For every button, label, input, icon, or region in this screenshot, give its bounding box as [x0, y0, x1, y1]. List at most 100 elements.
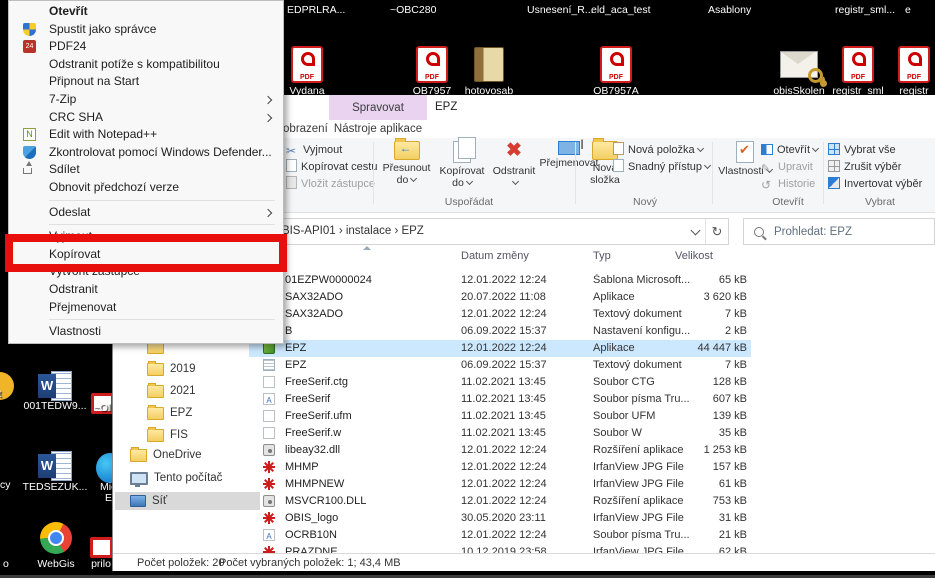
desktop-icon-vydana[interactable]: [287, 44, 327, 84]
file-row-ocrb10n[interactable]: OCRB10N12.01.2022 12:24Soubor písma Tru.…: [249, 527, 751, 544]
file-row-epz[interactable]: EPZ12.01.2022 12:24Aplikace44 447 kB: [249, 340, 751, 357]
desktop-icon-tedsezuk[interactable]: [35, 446, 75, 486]
context-menu-item-otev-t[interactable]: Otevřít: [9, 3, 283, 21]
refresh-button[interactable]: ↻: [705, 219, 728, 244]
column-header-type[interactable]: Typ: [593, 250, 611, 262]
column-header-size[interactable]: Velikost: [675, 250, 713, 262]
desktop-icon-label[interactable]: e: [905, 4, 911, 16]
context-menu-item-7-zip[interactable]: 7-Zip: [9, 91, 283, 109]
context-menu-item-odstranit-pot-e-s-kompatibilitou[interactable]: Odstranit potíže s kompatibilitou: [9, 56, 283, 74]
sidebar-item-fis[interactable]: FIS: [147, 426, 188, 444]
breadcrumb[interactable]: OBIS-API01 › instalace › EPZ: [273, 225, 424, 237]
file-size: 2 kB: [663, 325, 747, 337]
context-menu-item-crc-sha[interactable]: CRC SHA: [9, 109, 283, 127]
history-button[interactable]: Historie: [761, 176, 818, 193]
file-row-freeserif[interactable]: FreeSerif11.02.2021 13:45Soubor písma Tr…: [249, 391, 751, 408]
app-file-icon: [263, 342, 275, 354]
desktop-icon-webgis[interactable]: [36, 518, 76, 558]
desktop-icon-ob7957a[interactable]: [596, 44, 636, 84]
notebook-icon: [474, 47, 504, 82]
desktop-icon-ob7957[interactable]: [412, 44, 452, 84]
file-row-mhmp[interactable]: MHMP12.01.2022 12:24IrfanView JPG File15…: [249, 459, 751, 476]
file-row-freeserif-ufm[interactable]: FreeSerif.ufm11.02.2021 13:45Soubor UFM1…: [249, 408, 751, 425]
desktop-icon-label[interactable]: EDPRLRA...: [287, 4, 345, 16]
paste-shortcut-button[interactable]: Vložit zástupce: [286, 176, 377, 193]
sidebar-item-tento-po-ta[interactable]: Tento počítač: [130, 469, 222, 487]
desktop-icon-label[interactable]: eld_aca_test: [591, 4, 651, 16]
file-file-icon: [263, 376, 275, 388]
file-date: 12.01.2022 12:24: [461, 529, 571, 541]
context-menu-item-p-ipnout-na-start[interactable]: Připnout na Start: [9, 73, 283, 91]
file-row-sax32ado[interactable]: SAX32ADO20.07.2022 11:08Aplikace3 620 kB: [249, 289, 751, 306]
select-all-button[interactable]: Vybrat vše: [828, 142, 922, 159]
search-box[interactable]: [743, 218, 935, 245]
desktop-icon-registr[interactable]: [894, 44, 934, 84]
context-menu-item-vlastnosti[interactable]: Vlastnosti: [9, 323, 283, 341]
desktop-icon-registr-sml[interactable]: [838, 44, 878, 84]
context-menu-item-odeslat[interactable]: Odeslat: [9, 204, 283, 222]
file-row-sax32ado[interactable]: SAX32ADO12.01.2022 12:24Textový dokument…: [249, 306, 751, 323]
invert-selection-button[interactable]: Invertovat výběr: [828, 176, 922, 193]
desktop-icon-obisskolen[interactable]: [779, 44, 819, 84]
desktop-icon-hotovosab[interactable]: [469, 44, 509, 84]
file-date: 12.01.2022 12:24: [461, 495, 571, 507]
desktop-label-fragment: cy: [0, 479, 11, 491]
file-row-b[interactable]: B06.09.2022 15:37Nastavení konfigu...2 k…: [249, 323, 751, 340]
column-header-date[interactable]: Datum změny: [461, 250, 529, 262]
context-menu-item-p-ejmenovat[interactable]: Přejmenovat: [9, 299, 283, 317]
file-row-obis-logo[interactable]: OBIS_logo30.05.2020 23:11IrfanView JPG F…: [249, 510, 751, 527]
file-row-01ezpw0000024[interactable]: 01EZPW000002412.01.2022 12:24Šablona Mic…: [249, 272, 751, 289]
move-to-button[interactable]: Přesunout do: [379, 141, 434, 186]
easy-access-button[interactable]: Snadný přístup: [613, 159, 710, 176]
file-row-libeay32-dll[interactable]: libeay32.dll12.01.2022 12:24Rozšíření ap…: [249, 442, 751, 459]
file-name: FreeSerif: [285, 393, 453, 405]
context-menu-item-pdf24[interactable]: PDF24: [9, 38, 283, 56]
chrome-icon: [40, 522, 72, 554]
desktop-icon-label[interactable]: Usnesení_R...: [527, 4, 594, 16]
desktop-icon-label[interactable]: ~OBC280: [390, 4, 436, 16]
tab-app-tools[interactable]: Nástroje aplikace: [329, 120, 427, 138]
edit-button[interactable]: Upravit: [761, 159, 818, 176]
sidebar-item-onedrive[interactable]: OneDrive: [130, 446, 202, 464]
file-row-mhmpnew[interactable]: MHMPNEW12.01.2022 12:24IrfanView JPG Fil…: [249, 476, 751, 493]
open-button[interactable]: Otevřít: [761, 142, 818, 159]
desktop-icon-label[interactable]: Asablony: [708, 4, 751, 16]
sidebar-item-2019[interactable]: 2019: [147, 360, 196, 378]
context-menu-item-label: PDF24: [49, 39, 86, 53]
address-bar[interactable]: OBIS-API01 › instalace › EPZ ↻: [249, 218, 729, 245]
file-row-msvcr100-dll[interactable]: MSVCR100.DLL12.01.2022 12:24Rozšíření ap…: [249, 493, 751, 510]
pdf-icon: [416, 46, 448, 83]
search-input[interactable]: [772, 225, 916, 239]
file-name: B: [285, 325, 453, 337]
sidebar-item-epz[interactable]: EPZ: [147, 404, 192, 422]
context-menu-item-label: Odstranit: [49, 282, 98, 296]
context-menu-item-odstranit[interactable]: Odstranit: [9, 281, 283, 299]
edit-pencil-icon: [761, 161, 774, 174]
new-item-button[interactable]: Nová položka: [613, 142, 710, 159]
select-none-button[interactable]: Zrušit výběr: [828, 159, 922, 176]
context-menu-item-zkontrolovat-pomoc-windows-defender[interactable]: Zkontrolovat pomocí Windows Defender...: [9, 144, 283, 162]
font-file-icon: [263, 529, 275, 541]
sidebar-item-s[interactable]: Síť: [115, 492, 260, 510]
address-dropdown-button[interactable]: [684, 219, 706, 244]
copy-path-button[interactable]: Kopírovat cestu: [286, 159, 377, 176]
file-row-epz[interactable]: EPZ06.09.2022 15:37Textový dokument7 kB: [249, 357, 751, 374]
context-menu-item-edit-with-notepad[interactable]: Edit with Notepad++: [9, 126, 283, 144]
desktop-icon-t[interactable]: [0, 366, 20, 406]
context-menu-item-spustit-jako-spr-vce[interactable]: Spustit jako správce: [9, 21, 283, 39]
cut-button[interactable]: Vyjmout: [286, 142, 377, 159]
delete-button[interactable]: ✖Odstranit: [489, 141, 539, 189]
rename-icon: [558, 141, 580, 155]
sidebar-item-2021[interactable]: 2021: [147, 382, 196, 400]
search-icon: [754, 227, 764, 237]
menu-separator: [49, 200, 275, 201]
desktop-icon-label[interactable]: registr_sml...: [835, 4, 895, 16]
file-file-icon: [263, 427, 275, 439]
file-row-freeserif-ctg[interactable]: FreeSerif.ctg11.02.2021 13:45Soubor CTG1…: [249, 374, 751, 391]
file-date: 11.02.2021 13:45: [461, 376, 571, 388]
highlight-annotation-rectangle: [5, 234, 287, 272]
context-menu-item-sd-let[interactable]: Sdílet: [9, 161, 283, 179]
file-row-freeserif-w[interactable]: FreeSerif.w11.02.2021 13:45Soubor W35 kB: [249, 425, 751, 442]
copy-to-button[interactable]: Kopírovat do: [435, 141, 489, 189]
context-menu-item-obnovit-p-edchoz-verze[interactable]: Obnovit předchozí verze: [9, 179, 283, 197]
